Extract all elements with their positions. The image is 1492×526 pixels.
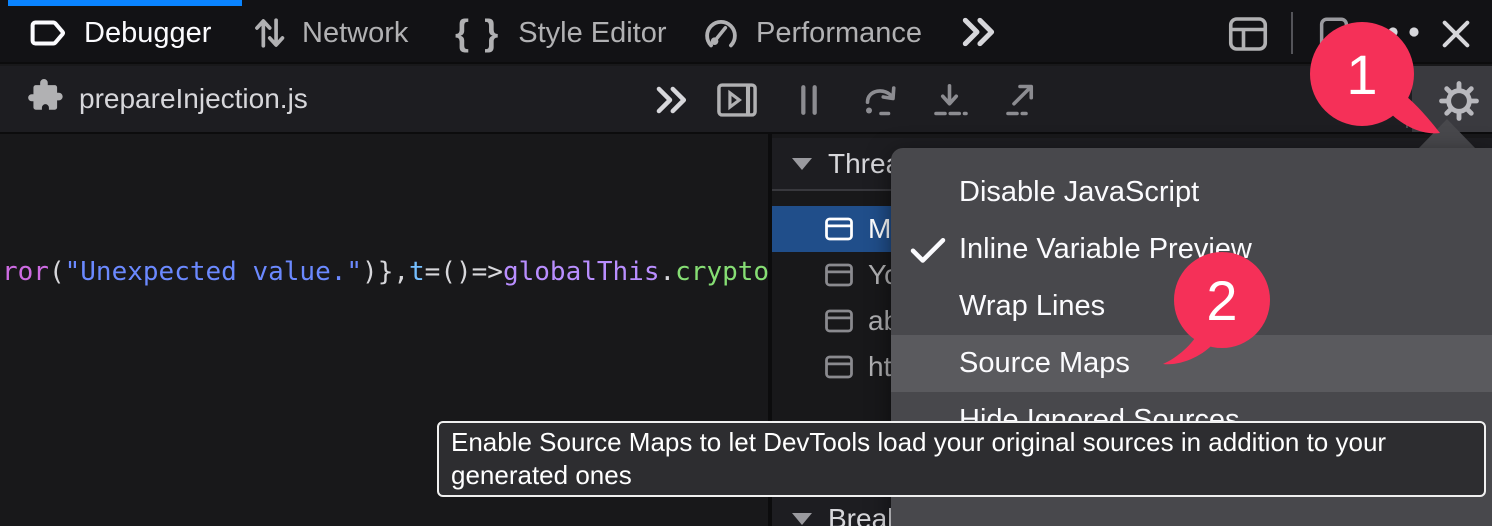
annotation-badge-2: 2: [1174, 252, 1270, 348]
tab-performance[interactable]: Performance: [702, 10, 922, 56]
step-out-button[interactable]: [1000, 80, 1046, 120]
collapse-triangle-icon: [792, 513, 812, 525]
tab-label: Style Editor: [518, 17, 666, 50]
tooltip-text: Enable Source Maps to let DevTools load …: [451, 427, 1386, 490]
devtools-tabbar: Debugger Network { } Style Editor Perfor…: [0, 0, 1492, 64]
source-maps-tooltip: Enable Source Maps to let DevTools load …: [437, 421, 1486, 497]
tab-network[interactable]: Network: [252, 10, 408, 56]
active-tab-indicator: [8, 0, 242, 6]
checkmark-icon: [908, 235, 948, 273]
step-over-button[interactable]: [858, 80, 904, 120]
debugger-icon: [30, 16, 68, 50]
collapse-triangle-icon: [792, 158, 812, 170]
window-icon: [824, 308, 854, 334]
thread-label: M: [868, 213, 891, 245]
menu-item-disable-javascript[interactable]: Disable JavaScript: [891, 164, 1492, 221]
code-line: ror("Unexpected value.")},t=()=>globalTh…: [2, 257, 768, 287]
network-arrows-icon: [252, 14, 286, 52]
window-icon: [824, 354, 854, 380]
stopwatch-icon: [702, 14, 740, 52]
toolbar-divider: [1291, 12, 1293, 54]
tab-label: Debugger: [84, 17, 211, 50]
menu-item-label: Source Maps: [959, 347, 1130, 380]
sources-overflow-button[interactable]: [646, 80, 694, 120]
annotation-badge-1: 1: [1310, 22, 1414, 126]
menu-item-label: Disable JavaScript: [959, 176, 1199, 209]
devtools-window: Debugger Network { } Style Editor Perfor…: [0, 0, 1492, 526]
close-icon[interactable]: [1438, 16, 1474, 52]
window-icon: [824, 216, 854, 242]
badge-number: 1: [1346, 42, 1377, 107]
more-tabs-button[interactable]: [952, 12, 1002, 52]
puzzle-piece-icon: [27, 77, 65, 122]
tab-style-editor[interactable]: { } Style Editor: [455, 10, 667, 56]
source-file-tab[interactable]: prepareInjection.js: [27, 66, 308, 132]
dock-panel-icon[interactable]: [1226, 14, 1270, 54]
curly-braces-icon: { }: [455, 12, 502, 54]
thread-label: ht: [868, 351, 891, 383]
tab-label: Network: [302, 17, 408, 50]
badge-number: 2: [1206, 268, 1237, 333]
source-file-name: prepareInjection.js: [79, 83, 308, 115]
window-icon: [824, 262, 854, 288]
play-panel-icon[interactable]: [714, 80, 760, 120]
secondary-toolbar: prepareInjection.js: [0, 66, 1492, 134]
tab-label: Performance: [756, 17, 922, 50]
pause-button[interactable]: [794, 82, 824, 118]
menu-item-label: Wrap Lines: [959, 290, 1105, 323]
step-in-button[interactable]: [928, 80, 974, 120]
tab-debugger[interactable]: Debugger: [30, 10, 211, 56]
